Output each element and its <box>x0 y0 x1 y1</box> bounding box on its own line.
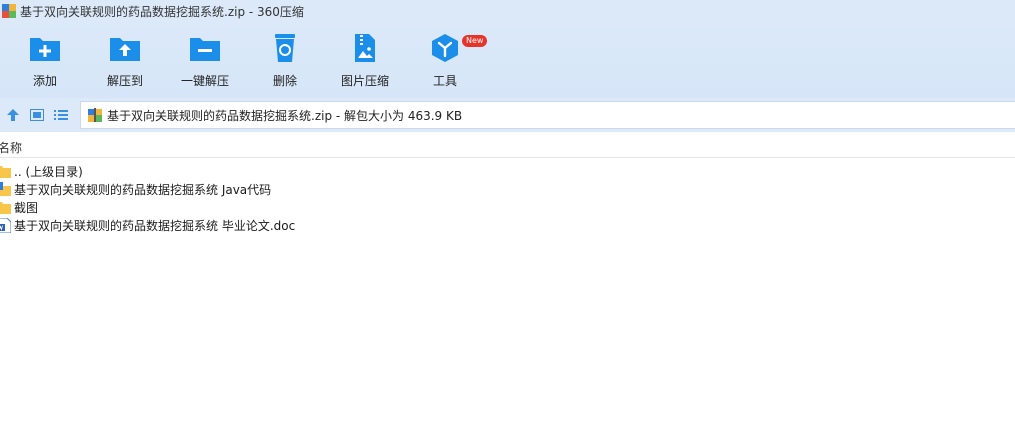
address-bar[interactable]: 基于双向关联规则的药品数据挖掘系统.zip - 解包大小为 463.9 KB <box>80 101 1015 129</box>
new-badge: New <box>462 35 488 47</box>
list-view-icon <box>54 110 68 120</box>
word-document-icon <box>0 217 11 233</box>
zip-folder-icon <box>0 181 11 196</box>
one-click-extract-label: 一键解压 <box>180 74 229 88</box>
list-item[interactable]: 基于双向关联规则的药品数据挖掘系统 Java代码 <box>0 180 1015 198</box>
toolbar: 添加 解压到 一键解压 删除 图片压缩 New 工具 <box>0 22 1015 98</box>
list-item[interactable]: 截图 <box>0 198 1015 216</box>
address-text: 基于双向关联规则的药品数据挖掘系统.zip - 解包大小为 463.9 KB <box>107 108 463 123</box>
list-item-label: .. (上级目录) <box>14 164 83 179</box>
recycle-bin-icon <box>269 32 301 64</box>
add-label: 添加 <box>32 74 57 88</box>
tools-icon <box>429 32 461 64</box>
archive-app-icon <box>2 4 16 18</box>
delete-label: 删除 <box>272 74 297 88</box>
up-level-button[interactable] <box>4 106 22 124</box>
list-item-label: 基于双向关联规则的药品数据挖掘系统 Java代码 <box>14 182 272 197</box>
image-compress-button[interactable]: 图片压缩 <box>340 32 390 94</box>
title-bar: 基于双向关联规则的药品数据挖掘系统.zip - 360压缩 <box>0 0 1015 22</box>
tools-button[interactable]: New 工具 <box>428 32 488 94</box>
one-click-extract-icon <box>189 32 221 64</box>
folder-icon <box>0 201 11 214</box>
thumbnail-view-icon <box>30 109 44 121</box>
navigation-row: 基于双向关联规则的药品数据挖掘系统.zip - 解包大小为 463.9 KB <box>0 98 1015 132</box>
list-item-parent-directory[interactable]: .. (上级目录) <box>0 162 1015 180</box>
folder-icon <box>0 165 11 178</box>
window-title: 基于双向关联规则的药品数据挖掘系统.zip - 360压缩 <box>20 4 304 19</box>
view-mode-button[interactable] <box>28 106 46 124</box>
list-item[interactable]: 基于双向关联规则的药品数据挖掘系统 毕业论文.doc <box>0 216 1015 234</box>
extract-to-icon <box>109 32 141 64</box>
delete-button[interactable]: 删除 <box>270 32 300 94</box>
add-button[interactable]: 添加 <box>28 32 62 94</box>
arrow-up-icon <box>7 109 19 121</box>
image-compress-label: 图片压缩 <box>340 74 389 88</box>
list-item-label: 截图 <box>14 200 39 215</box>
one-click-extract-button[interactable]: 一键解压 <box>180 32 230 94</box>
column-header: 名称 <box>0 138 1015 158</box>
tools-label: 工具 <box>432 74 457 88</box>
image-compress-icon <box>349 32 381 64</box>
add-folder-icon <box>29 32 61 64</box>
file-list: .. (上级目录) 基于双向关联规则的药品数据挖掘系统 Java代码 截图 基于… <box>0 162 1015 234</box>
extract-to-button[interactable]: 解压到 <box>105 32 145 94</box>
column-header-name[interactable]: 名称 <box>0 139 22 156</box>
list-view-button[interactable] <box>52 106 70 124</box>
zip-archive-icon <box>88 108 102 122</box>
extract-to-label: 解压到 <box>106 74 143 88</box>
list-item-label: 基于双向关联规则的药品数据挖掘系统 毕业论文.doc <box>14 218 296 233</box>
